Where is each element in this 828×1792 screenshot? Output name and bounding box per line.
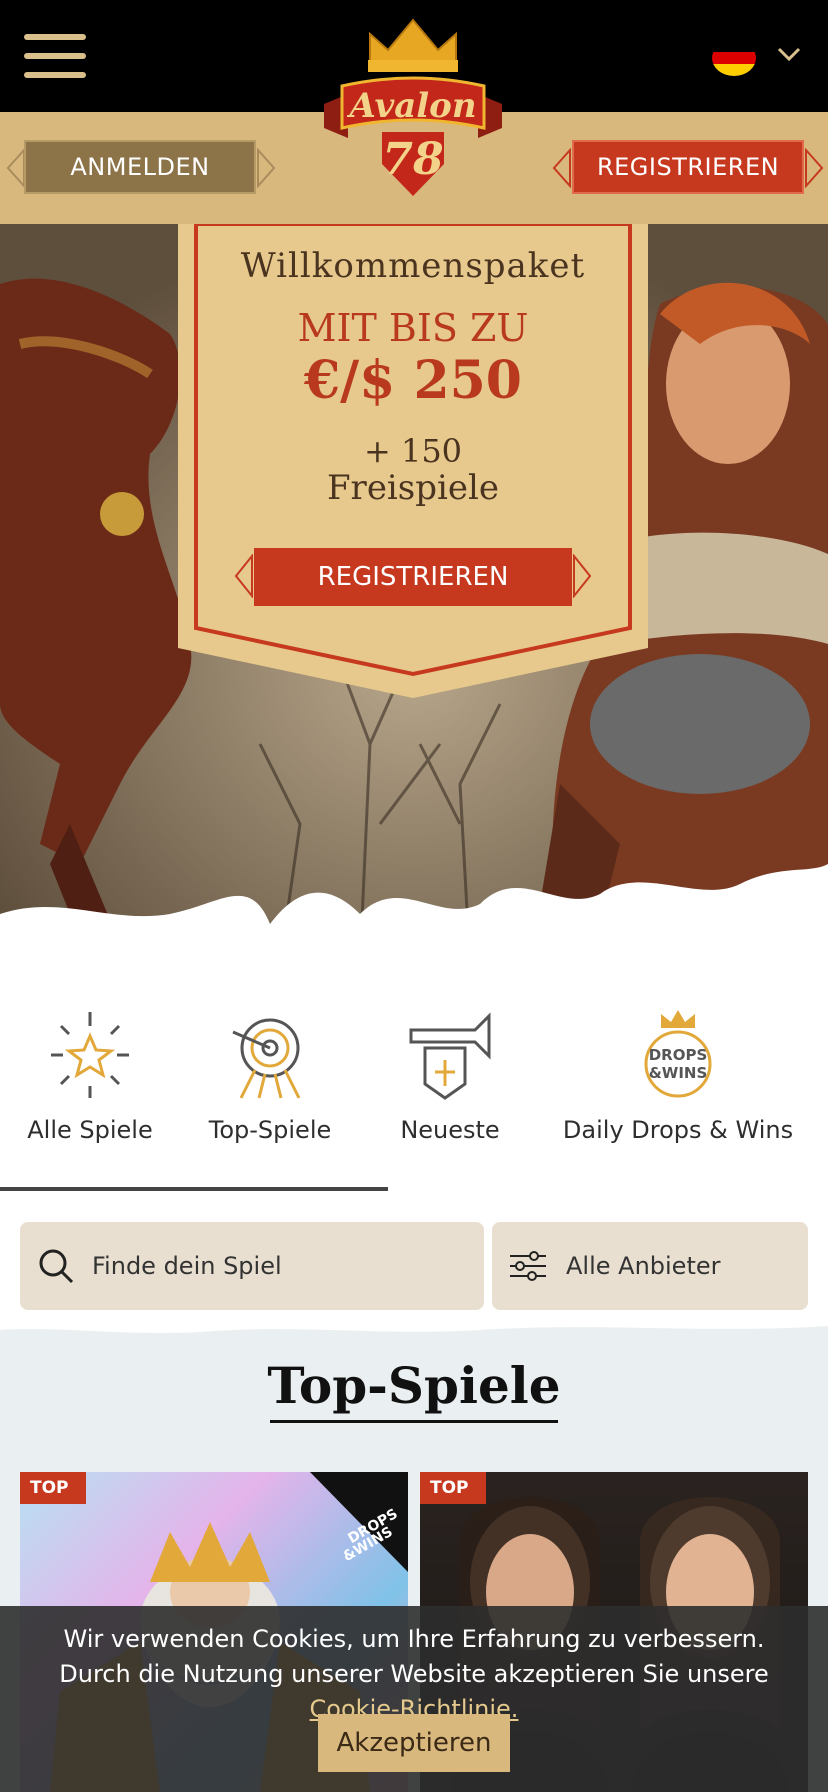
svg-text:DROPS: DROPS [649, 1046, 708, 1064]
category-daily-drops-wins[interactable]: DROPS &WINS Daily Drops & Wins [560, 1000, 796, 1190]
page: ANMELDEN REGISTRIEREN Avalon 78 Willkomm… [0, 0, 828, 1792]
drops-wins-icon: DROPS &WINS [644, 1010, 712, 1098]
game-search-field[interactable]: Finde dein Spiel [20, 1222, 484, 1310]
germany-flag-icon[interactable] [712, 40, 756, 76]
category-daily-drops-wins-label: Daily Drops & Wins [562, 1116, 794, 1144]
target-icon [232, 1018, 301, 1099]
register-button-promo[interactable]: REGISTRIEREN [254, 540, 572, 614]
svg-text:78: 78 [382, 134, 443, 185]
sliders-icon [510, 1251, 546, 1281]
top-games-title: Top-Spiele [267, 1356, 561, 1415]
cookie-banner: Wir verwenden Cookies, um Ihre Erfahrung… [0, 1606, 828, 1792]
register-button-header[interactable]: REGISTRIEREN [572, 134, 804, 200]
promo-freespins-count: + 150 [363, 432, 463, 470]
cta-arrow-left-icon [234, 554, 253, 598]
hamburger-icon[interactable] [24, 32, 86, 80]
cookie-message: Wir verwenden Cookies, um Ihre Erfahrung… [30, 1622, 798, 1727]
register-arrow-left-icon [552, 148, 571, 188]
cookie-message-text: Wir verwenden Cookies, um Ihre Erfahrung… [59, 1625, 769, 1688]
cookie-accept-button[interactable]: Akzeptieren [318, 1714, 510, 1772]
register-button-header-label: REGISTRIEREN [596, 153, 780, 181]
game-card-badge: TOP [20, 1472, 86, 1504]
provider-filter-label: Alle Anbieter [566, 1252, 721, 1280]
login-button[interactable]: ANMELDEN [24, 134, 256, 200]
game-card-badge: TOP [420, 1472, 486, 1504]
provider-filter[interactable]: Alle Anbieter [492, 1222, 808, 1310]
register-arrow-right-icon [805, 148, 824, 188]
promo-freespins-label: Freispiele [326, 468, 500, 508]
register-button-promo-label: REGISTRIEREN [317, 562, 509, 592]
avalon-logo[interactable]: Avalon 78 [318, 14, 508, 200]
promo-title: Willkommenspaket [240, 246, 586, 286]
svg-text:&WINS: &WINS [649, 1064, 708, 1082]
search-icon [39, 1249, 74, 1284]
star-burst-icon [51, 1012, 129, 1098]
cta-arrow-right-icon [573, 554, 592, 598]
promo-amount: €/$ 250 [303, 350, 522, 411]
category-active-indicator [0, 1187, 388, 1191]
search-placeholder: Finde dein Spiel [92, 1252, 282, 1280]
torn-edge-divider [0, 1320, 828, 1333]
category-top-games-label: Top-Spiele [208, 1116, 332, 1144]
category-top-games[interactable]: Top-Spiele [180, 1000, 360, 1190]
svg-text:Avalon: Avalon [346, 86, 476, 126]
chevron-down-icon[interactable] [776, 44, 802, 64]
login-button-label: ANMELDEN [70, 153, 210, 181]
login-arrow-left-icon [6, 148, 25, 188]
category-all-games[interactable]: Alle Spiele [0, 1000, 180, 1190]
welcome-promo-banner: Willkommenspaket MIT BIS ZU €/$ 250 + 15… [178, 224, 648, 698]
trumpet-icon [409, 1012, 491, 1100]
category-newest[interactable]: Neueste [360, 1000, 540, 1190]
category-all-games-label: Alle Spiele [27, 1116, 153, 1144]
category-nav: Alle Spiele Top-Spiele Neueste DROPS &WI… [0, 1000, 828, 1190]
top-games-title-underline [270, 1420, 558, 1423]
promo-subtitle: MIT BIS ZU [297, 306, 529, 350]
login-arrow-right-icon [257, 148, 276, 188]
category-newest-label: Neueste [400, 1116, 500, 1144]
